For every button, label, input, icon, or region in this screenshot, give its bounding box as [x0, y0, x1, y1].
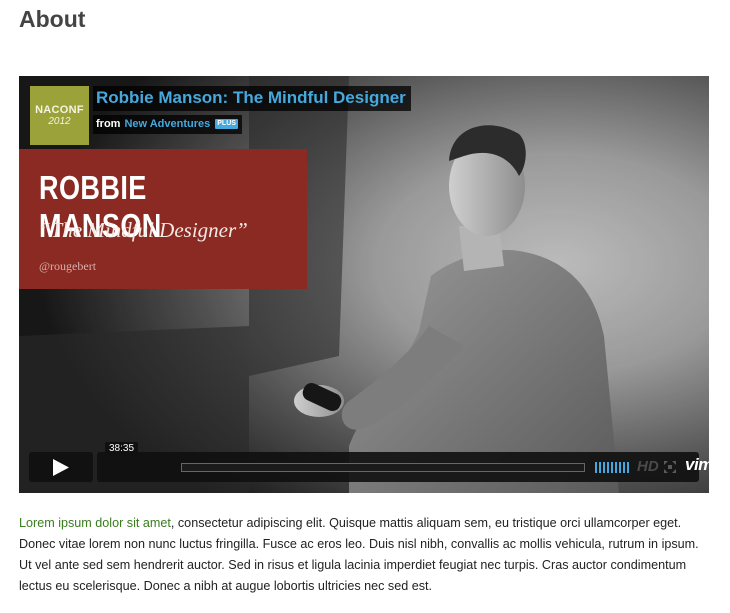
progress-bar[interactable]	[181, 463, 585, 472]
conference-logo[interactable]: NACONF 2012	[30, 86, 89, 145]
speaker-title-card: ROBBIE MANSON “The Mindful Designer” @ro…	[19, 149, 307, 289]
talk-title: “The Mindful Designer”	[39, 218, 248, 242]
video-header: Robbie Manson: The Mindful Designer from…	[93, 86, 411, 134]
play-icon	[53, 459, 69, 476]
play-button[interactable]	[29, 452, 93, 482]
timecode: 38:35	[105, 442, 139, 456]
about-paragraph: Lorem ipsum dolor sit amet, consectetur …	[19, 513, 709, 597]
video-player[interactable]: NACONF 2012 Robbie Manson: The Mindful D…	[19, 76, 709, 493]
conference-logo-name: NACONF	[35, 104, 84, 116]
volume-control[interactable]	[595, 462, 631, 473]
fullscreen-icon[interactable]	[664, 461, 676, 473]
video-title[interactable]: Robbie Manson: The Mindful Designer	[93, 86, 411, 111]
page-title: About	[19, 6, 86, 32]
byline-prefix: from	[96, 118, 121, 130]
conference-logo-year: 2012	[48, 116, 71, 127]
vimeo-logo[interactable]: vimeo	[685, 455, 709, 475]
speaker-handle: @rougebert	[39, 259, 97, 273]
plus-badge: PLUS	[215, 119, 238, 129]
control-bar: HD vimeo	[97, 452, 709, 482]
lead-link[interactable]: Lorem ipsum dolor sit amet	[19, 516, 171, 530]
channel-link[interactable]: New Adventures	[124, 117, 210, 131]
hd-icon[interactable]: HD	[637, 458, 659, 475]
video-byline: from New Adventures PLUS	[93, 115, 242, 134]
player-controls: HD vimeo 38:35	[29, 442, 709, 482]
